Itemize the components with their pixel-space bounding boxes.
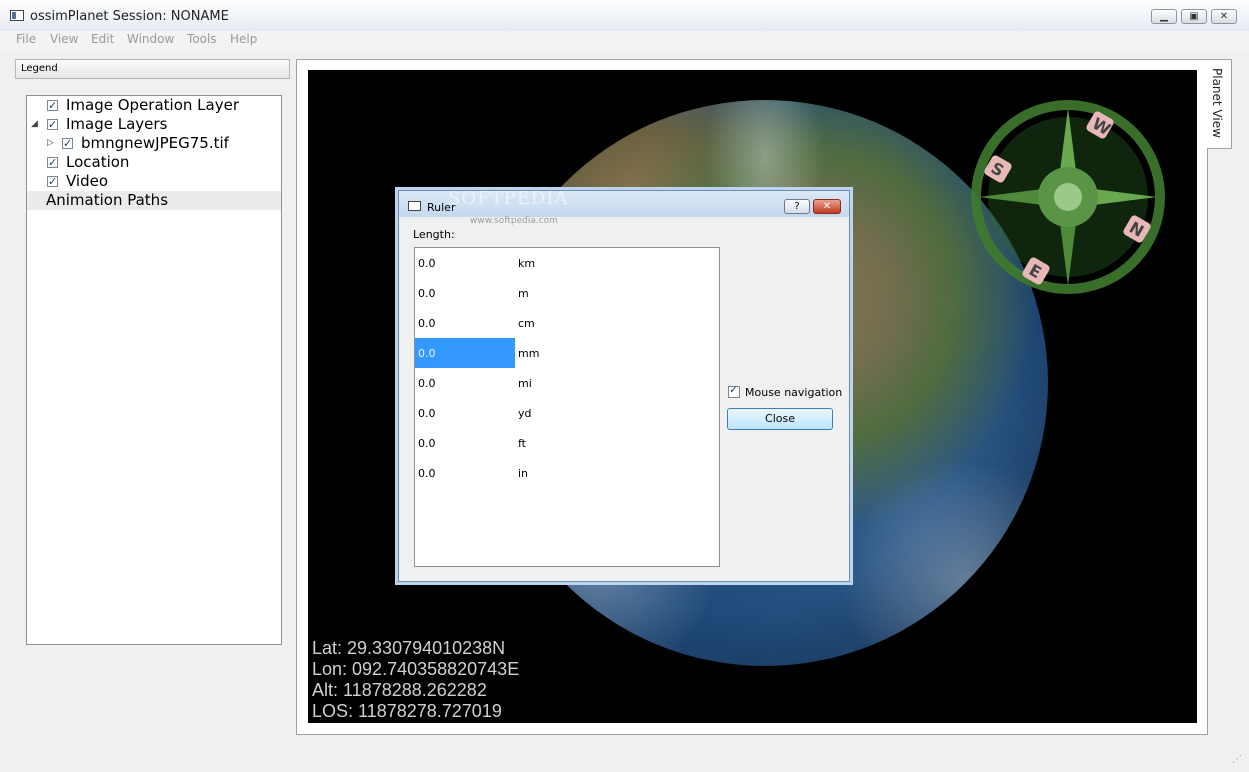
watermark-url: www.softpedia.com [470,216,558,226]
unit-value[interactable]: 0.0 [418,437,436,450]
checkbox[interactable] [47,153,58,172]
unit-row-mm[interactable]: 0.0 mm [415,338,719,368]
unit-value[interactable]: 0.0 [418,287,436,300]
menu-tools[interactable]: Tools [187,32,217,46]
tree-item-animation-paths[interactable]: Animation Paths [27,191,281,210]
unit-row-yd[interactable]: 0.0 yd [415,398,719,428]
los-readout: LOS: 11878278.727019 [312,701,502,721]
window-title: ossimPlanet Session: NONAME [30,9,229,24]
close-window-button[interactable]: ✕ [1211,9,1237,24]
tab-planet-view[interactable]: Planet View [1207,59,1232,149]
unit-value[interactable]: 0.0 [418,407,436,420]
unit-name: mi [518,377,532,390]
unit-name: ft [518,437,526,450]
altitude-readout: Alt: 11878288.262282 [312,680,487,700]
latitude-readout: Lat: 29.330794010238N [312,638,506,658]
menu-view[interactable]: View [50,32,78,46]
unit-row-mi[interactable]: 0.0 mi [415,368,719,398]
unit-name: cm [518,317,535,330]
tab-label: Planet View [1210,68,1224,138]
length-units-list[interactable]: 0.0 km 0.0 m 0.0 cm 0.0 mm 0.0 mi 0.0 yd… [414,247,720,567]
menu-help[interactable]: Help [230,32,257,46]
mouse-navigation-label[interactable]: Mouse navigation [745,386,842,399]
watermark: SOFTPEDIA [448,188,569,209]
unit-value[interactable]: 0.0 [418,347,436,360]
tree-item-video[interactable]: Video [27,172,281,191]
unit-name: m [518,287,529,300]
mouse-navigation-checkbox[interactable] [728,383,740,398]
help-button[interactable]: ? [784,199,810,214]
ruler-dialog: Ruler ? ✕ Length: 0.0 km 0.0 m 0.0 cm 0.… [398,190,850,582]
app-icon [10,10,24,21]
unit-row-km[interactable]: 0.0 km [415,248,719,278]
unit-name: in [518,467,529,480]
unit-value[interactable]: 0.0 [418,467,436,480]
tree-item-label: Animation Paths [46,191,169,209]
menu-file[interactable]: File [16,32,36,46]
unit-name: mm [518,347,540,360]
checkbox[interactable] [47,172,58,191]
tree-item-label: Image Operation Layer [66,96,239,114]
unit-value[interactable]: 0.0 [418,257,436,270]
collapse-arrow-icon[interactable]: ▷ [47,134,54,153]
ruler-window-icon [408,201,421,211]
unit-row-in[interactable]: 0.0 in [415,458,719,488]
menu-edit[interactable]: Edit [91,32,114,46]
menu-window[interactable]: Window [127,32,174,46]
tree-item-location[interactable]: Location [27,153,281,172]
unit-name: yd [518,407,532,420]
maximize-button[interactable]: ▣ [1181,9,1207,24]
tree-item-image-layers[interactable]: ◢ Image Layers [27,115,281,134]
layer-tree[interactable]: Image Operation Layer ◢ Image Layers ▷ b… [26,95,282,645]
expand-arrow-icon[interactable]: ◢ [31,115,38,134]
unit-value[interactable]: 0.0 [418,317,436,330]
tree-item-label: Location [66,153,130,171]
tree-item-label: Image Layers [66,115,168,133]
tree-item-image-operation-layer[interactable]: Image Operation Layer [27,96,281,115]
minimize-button[interactable]: ▁ [1151,9,1177,24]
unit-row-cm[interactable]: 0.0 cm [415,308,719,338]
tree-item-bmngnew[interactable]: ▷ bmngnewJPEG75.tif [27,134,281,153]
longitude-readout: Lon: 092.740358820743E [312,659,520,679]
dialog-close-icon[interactable]: ✕ [813,199,841,214]
tree-item-label: bmngnewJPEG75.tif [81,134,229,152]
checkbox[interactable] [47,115,58,134]
compass-icon[interactable]: W N E S [971,100,1171,300]
close-button[interactable]: Close [727,408,833,430]
tree-item-label: Video [66,172,109,190]
resize-grip-icon[interactable]: ⋰ [1232,754,1242,765]
legend-title: Legend [21,63,58,74]
unit-row-ft[interactable]: 0.0 ft [415,428,719,458]
unit-name: km [518,257,536,270]
checkbox[interactable] [47,96,58,115]
unit-value[interactable]: 0.0 [418,377,436,390]
checkbox[interactable] [62,134,73,153]
unit-row-m[interactable]: 0.0 m [415,278,719,308]
length-label: Length: [413,228,455,241]
